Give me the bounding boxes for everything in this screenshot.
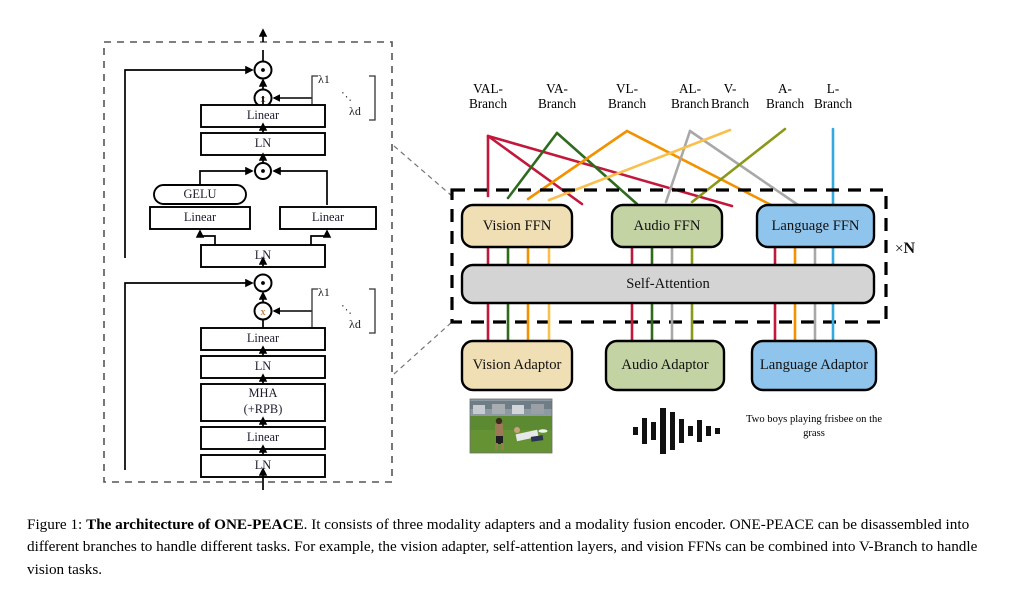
language-adaptor-label: Language Adaptor	[759, 357, 869, 373]
ffn-lambda-dots: ⋱	[341, 91, 352, 103]
attn-ln-out-label: LN	[254, 359, 272, 373]
audio-waveform-icon	[633, 408, 720, 454]
audio-adaptor-label: Audio Adaptor	[621, 357, 709, 373]
attn-lambda-last-label: λd	[349, 317, 361, 331]
zoom-guide-bottom	[393, 321, 453, 375]
rpb-label: (+RPB)	[243, 402, 283, 416]
ffn-ln-out-label: LN	[254, 136, 272, 150]
ffn-ln-in-label: LN	[254, 248, 272, 262]
figure-caption: Figure 1: The architecture of ONE-PEACE.…	[27, 514, 999, 581]
branch-label-va-line2: Branch	[537, 95, 577, 111]
branch-label-val: VAL- Branch	[454, 81, 522, 111]
branch-label-l-line2: Branch	[813, 95, 853, 111]
zoom-guide-top	[393, 145, 453, 197]
figure-container: x x	[0, 0, 1024, 591]
caption-prefix: Figure 1:	[27, 516, 87, 533]
ffn-lambda-first-label: λ1	[318, 72, 330, 86]
vision-adaptor-label: Vision Adaptor	[472, 357, 562, 373]
self-attention-label: Self-Attention	[626, 276, 710, 292]
repeat-count-label: ×N	[895, 240, 915, 258]
vision-ffn-label: Vision FFN	[482, 218, 552, 234]
branch-label-v-line2: Branch	[710, 95, 750, 111]
ffn-lambda-last-label: λd	[349, 104, 361, 118]
attn-lambda-first-label: λ1	[318, 285, 330, 299]
branch-label-va: VA- Branch	[523, 81, 591, 111]
branch-label-l: L- Branch	[799, 81, 867, 111]
caption-bold: The architecture of ONE-PEACE	[86, 516, 304, 533]
audio-ffn-label: Audio FFN	[633, 218, 701, 234]
branch-label-v-line1: V-	[723, 81, 737, 96]
attn-linear-in-label: Linear	[246, 430, 280, 444]
branch-label-va-line1: VA-	[546, 81, 568, 96]
branch-label-vl-line2: Branch	[607, 95, 647, 111]
ffn-linear-gate-label: Linear	[183, 210, 217, 224]
svg-text:x: x	[261, 307, 266, 318]
attn-lambda-dots: ⋱	[341, 304, 352, 316]
branch-label-l-line1: L-	[826, 81, 840, 96]
branch-label-vl: VL- Branch	[593, 81, 661, 111]
attn-linear-out-label: Linear	[246, 331, 280, 345]
ffn-linear-value-label: Linear	[311, 210, 345, 224]
branch-label-val-line1: VAL-	[473, 81, 503, 96]
branch-label-val-line2: Branch	[468, 95, 508, 111]
language-example-text: Two boys playing frisbee on the grass	[745, 414, 883, 439]
branch-label-vl-line1: VL-	[616, 81, 638, 96]
branch-label-a-line1: A-	[778, 81, 792, 96]
attn-ln-in-label: LN	[254, 458, 272, 472]
repeat-n-value: N	[903, 240, 916, 257]
branch-connection-lines	[486, 127, 835, 211]
vision-example-image	[470, 399, 552, 453]
ffn-linear-out-label: Linear	[246, 108, 280, 122]
language-ffn-label: Language FFN	[771, 218, 860, 234]
mha-label: MHA	[248, 386, 278, 400]
gelu-label: GELU	[183, 187, 217, 201]
